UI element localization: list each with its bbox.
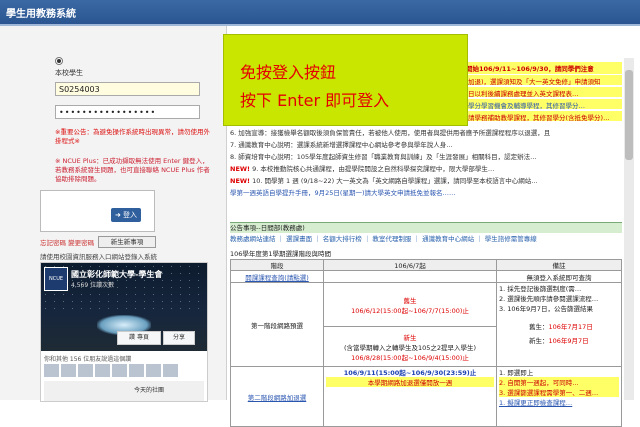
header-notes: 備註 (496, 259, 622, 271)
login-button[interactable]: ➜ 登入 (111, 208, 141, 222)
announcement-band-2[interactable]: 加退)，選課須知及「大一英文免修」申請須知 (468, 76, 601, 86)
warning-plugin: ※重要公告：為避免操作系統時出現異常，請勿使用外掛程式※ (55, 128, 210, 145)
stage2-time: 106/9/11(15:00起~106/9/30(23:59)止 (343, 369, 477, 377)
quick-links: 教務處網站連結 ｜ 選課畫面 ｜ 名額大排行榜 ｜ 教室代理制服 ｜ 通識教育中… (230, 235, 537, 243)
app-title: 學生用教務系統 (6, 9, 76, 20)
app-header: 學生用教務系統 (0, 0, 640, 24)
link-classroom[interactable]: 教室代理制服 (372, 235, 411, 243)
link-academic-site[interactable]: 教務處網站連結 (230, 235, 276, 243)
stage1-label: 第一階段網路預選 (230, 282, 324, 367)
section-title: 公告事項--日間部(教務處) (230, 222, 622, 233)
stage1-text[interactable]: 第一階段網路預選 (251, 322, 303, 330)
new-release-label: 新生： (529, 337, 549, 345)
new-student-label: 新生 (403, 333, 417, 342)
stage1-note: 3. 106年9月7日，公告篩選結果 (499, 305, 593, 313)
header-stage: 階段 (230, 259, 324, 271)
new-release-date: 106年9月7日 (548, 337, 589, 345)
stage2-rule[interactable]: 1. 擬課更正即檢查課程… (499, 397, 619, 407)
link-course-selection[interactable]: 選課畫面 (286, 235, 312, 243)
stage1-new-cell: 新生 (含當學期轉入之轉學生及105之2提早入學生) 106/8/28(15:0… (323, 326, 497, 367)
callout-line-2: 按下 Enter 即可登入 (240, 91, 390, 110)
announcement-text: 9. 本校推動院核心共通課程，由提學院開設之自然科學探究課程中，限大學部學生… (250, 165, 495, 173)
scrollbar-thumb[interactable] (625, 70, 633, 160)
announcement-item[interactable]: 7. 通識教育中心說明：選課系統新增選擇課程中心網站參考參與學年說人身… (230, 139, 453, 149)
announcement-item: 6. 加強宣導：接獲檢舉名額取後須負保管責任，若被他人使用，使用者與提供用者應予… (230, 129, 551, 137)
announcement-item: NEW! 10. 開學第 1 週 (9/18~22) 大一英文為「英文網路自學課… (230, 175, 538, 185)
announcement-band-1: 開始106/9/11~106/9/30，請同學們注意 (466, 65, 594, 73)
link-quota-ranking[interactable]: 名額大排行榜 (323, 235, 362, 243)
stage2-notes: 1. 即選即上 2. 自開第一週起，可同時… 3. 選課篩選課程需學第一、二週…… (496, 366, 622, 427)
facebook-like-button[interactable]: 讚 專頁 (117, 331, 161, 345)
facebook-widget: NCUE 國立彰化師範大學-學生會 4,569 位讚次數 讚 專頁 分享 你和其… (40, 262, 208, 402)
old-student-label: 舊生 (403, 296, 417, 305)
friend-avatar[interactable] (44, 364, 59, 377)
header-date: 106/6/7起 (323, 259, 497, 271)
announcement-item[interactable]: 學第一週英語自學提升手冊，9月25日(星期一)請大學英文申請抵免並報名…… (230, 187, 455, 197)
new-release-row: 新生：106年9月7日 (499, 335, 619, 345)
friend-avatar[interactable] (112, 364, 127, 377)
new-student-notice-button[interactable]: 新生新事項 (98, 236, 156, 248)
old-release-label: 舊生： (529, 323, 549, 331)
friend-avatar[interactable] (146, 364, 161, 377)
announcement-text: 10. 開學第 1 週 (9/18~22) 大一英文為「英文網路自學課程」選課，… (250, 177, 538, 185)
announcement-band-5: 請學務補助教學課程，其修習學分(含抵免學分)… (468, 114, 610, 122)
stage1-old-cell: 舊生 106/6/12(15:00起~106/7/7(15:00)止 (323, 282, 497, 327)
facebook-cover: NCUE 國立彰化師範大學-學生會 4,569 位讚次數 讚 專頁 分享 (41, 263, 207, 351)
friend-avatar[interactable] (129, 364, 144, 377)
announcement-band-4[interactable]: 學分學習機會及輔導學程，其修習學分… (468, 100, 585, 110)
callout-line-1: 免按登入按鈕 (240, 63, 337, 82)
section-title-text: 公告事項--日間部(教務處) (230, 224, 305, 232)
schedule-table: 階段 106/6/7起 備註 開課課程查詢(請點選) 無須登入系統即可查詢 第一… (230, 259, 622, 427)
stage1-notes: 1. 採先登記後篩選制度(需… 2. 選課後先順序請參閱選課流程… 3. 106… (496, 282, 622, 367)
facebook-likes: 4,569 位讚次數 (71, 282, 115, 289)
old-release-row: 舊生：106年7月17日 (499, 321, 619, 331)
role-radio[interactable] (55, 57, 63, 65)
browser-tip: 請使用校園資訊服務入口網站登錄入系統 (40, 253, 157, 261)
friend-avatar[interactable] (78, 364, 93, 377)
stage2-rule: 2. 自開第一週起，可同時… (499, 377, 619, 387)
new-badge: NEW! (230, 177, 251, 185)
stage2-time-cell: 106/9/11(15:00起~106/9/30(23:59)止 本學期網路加退… (323, 366, 497, 427)
old-student-time: 106/6/12(15:00起~106/7/7(15:00)止 (351, 306, 469, 315)
role-label: 本校學生 (55, 69, 83, 77)
stage2-rule: 1. 即選即上 (499, 369, 534, 377)
announcement-item: NEW! 9. 本校推動院核心共通課程，由提學院開設之自然科學探究課程中，限大學… (230, 163, 494, 173)
announcement-item: 8. 師資培育中心說明：105學年度起師資生修習「職業教育與訓練」及「生涯發展」… (230, 153, 537, 161)
link-general-education[interactable]: 通識教育中心網站 (422, 235, 474, 243)
stage2-note: 本學期網路加退選僅開放一週 (326, 377, 494, 387)
login-button-label: 登入 (123, 211, 138, 219)
old-release-date: 106年7月17日 (548, 323, 593, 331)
new-badge: NEW! (230, 165, 251, 173)
schedule-table-title: 106學年度第1學期選課階段與時間 (230, 250, 332, 258)
new-student-note: (含當學期轉入之轉學生及105之2提早入學生) (343, 343, 477, 352)
link-hotline[interactable]: 學生諮修需管專線 (485, 235, 537, 243)
password-input[interactable]: ••••••••••••••••• (55, 105, 200, 119)
friend-avatar[interactable] (61, 364, 76, 377)
facebook-post[interactable]: 今天的社團 (44, 381, 204, 401)
student-id-input[interactable]: S0254003 (55, 82, 200, 96)
stage1-note[interactable]: 2. 選課後先順序請參閱選課流程… (499, 293, 619, 303)
enter-login-callout: 免按登入按鈕 按下 Enter 即可登入 (223, 34, 468, 126)
friend-avatar[interactable] (163, 364, 178, 377)
stage2-rule: 3. 選課篩選課程需學第一、二週… (499, 387, 619, 397)
stage2-text[interactable]: 第二階段網路加退選 (248, 394, 307, 402)
facebook-share-button[interactable]: 分享 (163, 331, 195, 345)
warning-ncue-plus: ※ NCUE Plus：已成功擷取無法使用 Enter 鍵登入，若教務系統發生問… (55, 157, 210, 183)
stage1-note: 1. 採先登記後篩選制度(需… (499, 285, 582, 293)
facebook-page-name[interactable]: 國立彰化師範大學-學生會 (71, 269, 162, 280)
facebook-post-text: 今天的社團 (134, 387, 165, 394)
table-cell (323, 270, 497, 283)
announcement-band-3: 日以利後續課務處理並入英文課程表… (468, 90, 579, 98)
page-logo-icon: NCUE (44, 267, 68, 291)
login-icon: ➜ (114, 211, 121, 219)
stage2-label: 第二階段網路加退選 (230, 366, 324, 427)
facebook-friends-text: 你和其他 156 位朋友說過這個讚 (44, 356, 132, 363)
new-student-time: 106/8/28(15:00起~106/9/4(15:00)止 (351, 353, 469, 362)
course-query-note: 無須登入系統即可查詢 (496, 270, 622, 283)
friend-avatar[interactable] (95, 364, 110, 377)
course-query-link[interactable]: 開課課程查詢(請點選) (230, 270, 324, 283)
password-links[interactable]: 忘記密碼 變更密碼 (40, 237, 94, 247)
